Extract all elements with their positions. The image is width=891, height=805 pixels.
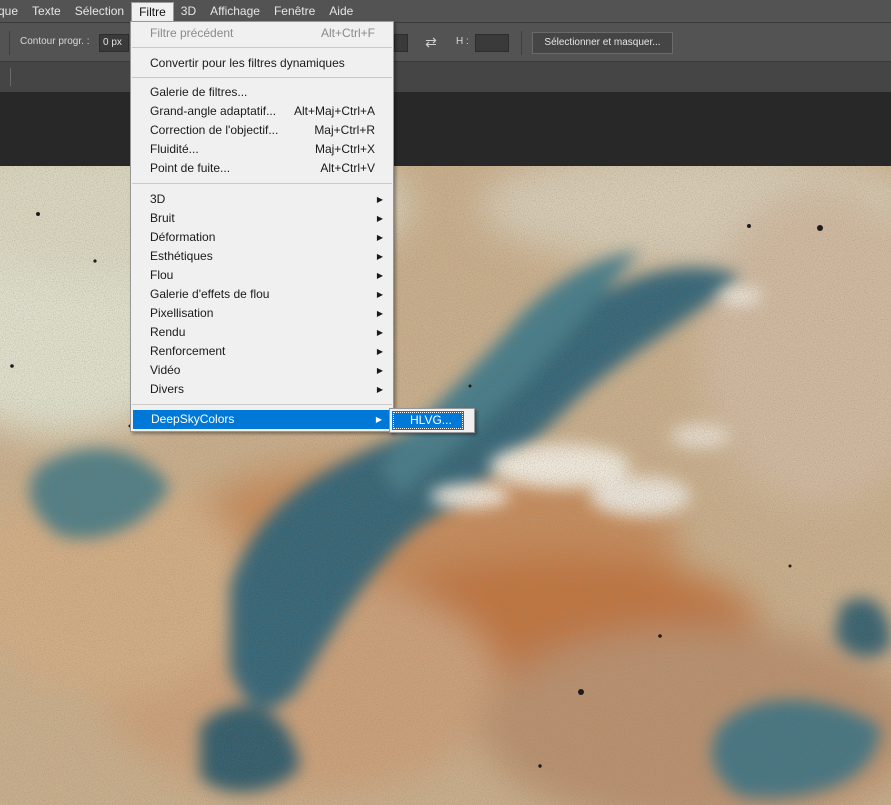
menu-item-pixellisation[interactable]: Pixellisation ▶ xyxy=(132,304,392,323)
menu-item-flou[interactable]: Flou ▶ xyxy=(132,266,392,285)
menu-item-shortcut: Alt+Ctrl+V xyxy=(320,161,375,175)
tab-divider xyxy=(10,68,11,86)
submenu-arrow-icon: ▶ xyxy=(376,214,383,223)
menu-item-label: Fluidité... xyxy=(150,142,199,156)
width-input[interactable] xyxy=(394,34,408,52)
menu-item-label: Divers xyxy=(150,382,185,396)
menu-separator xyxy=(132,47,392,48)
select-and-mask-button[interactable]: Sélectionner et masquer... xyxy=(532,32,673,54)
menu-item-divers[interactable]: Divers ▶ xyxy=(132,380,392,399)
menu-item-label: Grand-angle adaptatif... xyxy=(150,104,277,118)
menu-item-esthetiques[interactable]: Esthétiques ▶ xyxy=(132,247,392,266)
options-divider xyxy=(521,31,522,55)
submenu-arrow-icon: ▶ xyxy=(376,195,383,204)
submenu-arrow-icon: ▶ xyxy=(376,366,383,375)
menu-item-label: Flou xyxy=(150,268,174,282)
menu-item-shortcut: Maj+Ctrl+X xyxy=(314,142,375,156)
menu-item-video[interactable]: Vidéo ▶ xyxy=(132,361,392,380)
submenu-arrow-icon: ▶ xyxy=(376,271,383,280)
menu-item-renforcement[interactable]: Renforcement ▶ xyxy=(132,342,392,361)
submenu-arrow-icon: ▶ xyxy=(376,347,383,356)
height-label: H : xyxy=(456,36,469,47)
menu-item-deformation[interactable]: Déformation ▶ xyxy=(132,228,392,247)
menu-item-bruit[interactable]: Bruit ▶ xyxy=(132,209,392,228)
menu-item-label: 3D xyxy=(150,192,166,206)
menu-item-label: Correction de l'objectif... xyxy=(150,123,279,137)
menu-item-label: Galerie de filtres... xyxy=(150,85,248,99)
menu-item-grand-angle-adaptatif[interactable]: Grand-angle adaptatif... Alt+Maj+Ctrl+A xyxy=(132,102,392,121)
options-divider xyxy=(9,31,10,55)
menu-item-label: Vidéo xyxy=(150,363,181,377)
menu-item-label: Filtre précédent xyxy=(150,26,234,40)
filter-menu-dropdown: Filtre précédent Alt+Ctrl+F Convertir po… xyxy=(130,21,394,432)
menu-item-filtre-precedent: Filtre précédent Alt+Ctrl+F xyxy=(132,24,392,43)
menu-separator xyxy=(132,404,392,405)
menu-item-label: Déformation xyxy=(150,230,216,244)
menu-item-shortcut: Alt+Ctrl+F xyxy=(320,26,375,40)
menu-separator xyxy=(132,183,392,184)
menu-item-shortcut: Maj+Ctrl+R xyxy=(314,123,375,137)
menu-item-label: Point de fuite... xyxy=(150,161,231,175)
menu-filtre[interactable]: Filtre xyxy=(131,1,174,22)
menu-item-label: Convertir pour les filtres dynamiques xyxy=(150,56,345,70)
submenu-arrow-icon: ▶ xyxy=(376,385,383,394)
menu-item-correction-objectif[interactable]: Correction de l'objectif... Maj+Ctrl+R xyxy=(132,121,392,140)
menu-selection[interactable]: Sélection xyxy=(68,0,131,22)
menu-fenetre[interactable]: Fenêtre xyxy=(267,0,322,22)
menu-item-deepskycolors[interactable]: DeepSkyColors ▶ xyxy=(133,410,391,429)
menu-texte[interactable]: Texte xyxy=(25,0,68,22)
feather-label: Contour progr. : xyxy=(20,36,90,47)
menu-item-label: DeepSkyColors xyxy=(151,412,235,426)
menu-item-rendu[interactable]: Rendu ▶ xyxy=(132,323,392,342)
feather-input[interactable]: 0 px xyxy=(99,34,129,52)
submenu-arrow-icon: ▶ xyxy=(376,328,383,337)
menu-item-label: Pixellisation xyxy=(150,306,214,320)
menu-item-galerie-de-filtres[interactable]: Galerie de filtres... xyxy=(132,83,392,102)
menu-item-galerie-effets-flou[interactable]: Galerie d'effets de flou ▶ xyxy=(132,285,392,304)
menu-affichage[interactable]: Affichage xyxy=(203,0,267,22)
menu-aide[interactable]: Aide xyxy=(322,0,360,22)
menu-item-fluidite[interactable]: Fluidité... Maj+Ctrl+X xyxy=(132,140,392,159)
submenu-item-hlvg[interactable]: HLVG... xyxy=(392,411,464,430)
menu-item-label: Renforcement xyxy=(150,344,226,358)
submenu-arrow-icon: ▶ xyxy=(376,290,383,299)
menu-item-label: Bruit xyxy=(150,211,175,225)
menu-item-3d[interactable]: 3D ▶ xyxy=(132,190,392,209)
menu-item-shortcut: Alt+Maj+Ctrl+A xyxy=(293,104,375,118)
menu-item-label: Galerie d'effets de flou xyxy=(150,287,270,301)
menu-bar: que Texte Sélection Filtre 3D Affichage … xyxy=(0,0,891,22)
submenu-arrow-icon: ▶ xyxy=(376,309,383,318)
submenu-arrow-icon: ▶ xyxy=(375,415,382,424)
menu-3d[interactable]: 3D xyxy=(174,0,203,22)
menu-item-convertir-filtres-dynamiques[interactable]: Convertir pour les filtres dynamiques xyxy=(132,54,392,73)
height-input[interactable] xyxy=(475,34,509,52)
submenu-arrow-icon: ▶ xyxy=(376,252,383,261)
menu-image[interactable]: que xyxy=(0,0,25,22)
menu-separator xyxy=(132,77,392,78)
menu-item-point-de-fuite[interactable]: Point de fuite... Alt+Ctrl+V xyxy=(132,159,392,178)
menu-item-label: Esthétiques xyxy=(150,249,213,263)
submenu-arrow-icon: ▶ xyxy=(376,233,383,242)
menu-item-label: Rendu xyxy=(150,325,186,339)
deepskycolors-submenu: HLVG... xyxy=(389,408,475,433)
swap-arrows-icon[interactable]: ⇄ xyxy=(423,34,439,50)
